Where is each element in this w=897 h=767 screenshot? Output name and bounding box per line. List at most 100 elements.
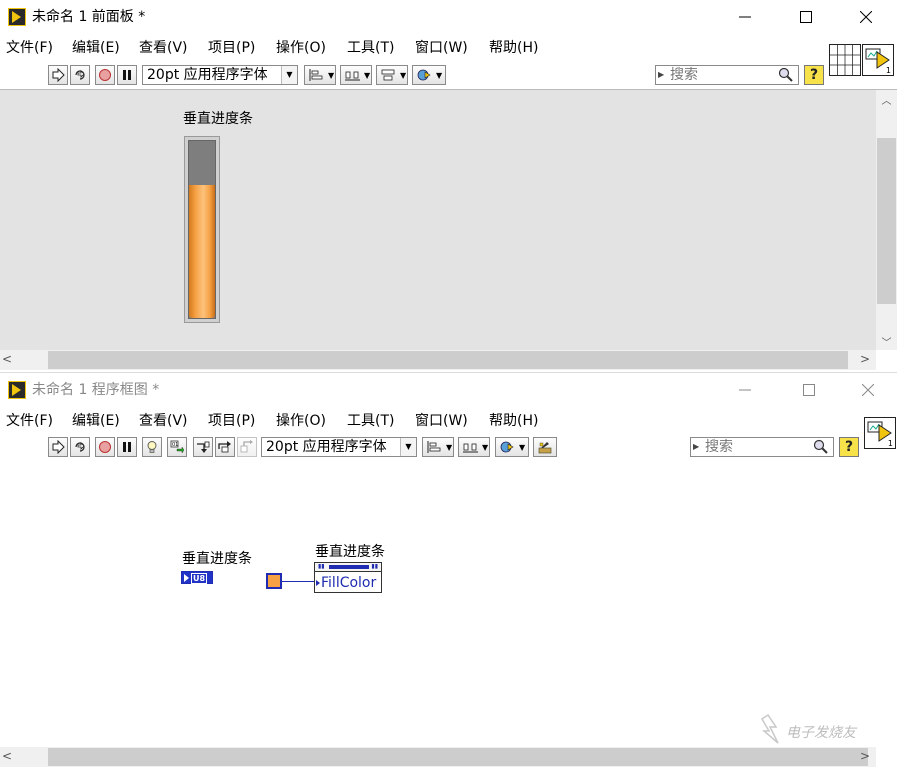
progress-bar-track (188, 140, 216, 319)
vertical-scrollbar[interactable]: ︿ ﹀ (876, 90, 897, 350)
color-box-constant[interactable] (266, 573, 282, 589)
labview-app-icon (8, 381, 26, 399)
step-out-icon (240, 440, 253, 453)
front-panel-canvas[interactable]: 垂直进度条 (0, 90, 876, 350)
close-button[interactable] (845, 373, 891, 407)
pause-button[interactable] (117, 65, 137, 85)
distribute-objects-dropdown[interactable]: ▼ (340, 65, 372, 85)
run-button[interactable] (48, 437, 68, 457)
chevron-down-icon: ▼ (436, 70, 443, 80)
window-title: 未命名 1 前面板 * (32, 9, 146, 25)
step-into-button[interactable] (193, 437, 213, 457)
search-icon[interactable] (813, 439, 829, 455)
pause-button[interactable] (117, 437, 137, 457)
scroll-up-arrow-icon[interactable]: ︿ (876, 92, 897, 107)
menu-operate[interactable]: 操作(O) (276, 40, 326, 56)
title-bar: 未命名 1 程序框图 * (0, 373, 897, 407)
menu-view[interactable]: 查看(V) (139, 413, 188, 429)
font-select[interactable]: 20pt 应用程序字体 ▼ (142, 65, 298, 85)
highlight-execution-button[interactable] (142, 437, 162, 457)
horizontal-scroll-thumb[interactable] (48, 748, 868, 766)
labview-app-icon (8, 8, 26, 26)
menu-project[interactable]: 项目(P) (208, 40, 255, 56)
search-input[interactable]: ▶ 搜索 (655, 65, 799, 85)
horizontal-scrollbar[interactable]: < > (0, 747, 876, 767)
chevron-down-icon: ▼ (400, 70, 407, 80)
scroll-left-arrow-icon[interactable]: < (2, 352, 12, 366)
menu-bar: 文件(F) 编辑(E) 查看(V) 项目(P) 操作(O) 工具(T) 窗口(W… (0, 34, 897, 62)
block-diagram-canvas[interactable] (0, 460, 897, 747)
chevron-down-icon: ▼ (364, 70, 371, 80)
horizontal-scrollbar[interactable]: < > (0, 350, 876, 370)
pause-icon (123, 442, 131, 452)
resize-icon (381, 69, 395, 81)
abort-button[interactable] (95, 437, 115, 457)
property-input-arrow-icon (316, 580, 320, 586)
run-continuously-button[interactable] (70, 437, 90, 457)
search-input[interactable]: ▶ 搜索 (690, 437, 834, 457)
chevron-down-icon: ▼ (400, 438, 416, 456)
run-continuously-icon (75, 442, 85, 452)
search-icon[interactable] (778, 67, 794, 83)
scroll-right-arrow-icon[interactable]: > (860, 352, 870, 366)
context-help-button[interactable]: ? (839, 437, 859, 457)
reorder-dropdown[interactable]: ▼ (412, 65, 446, 85)
watermark-logo-icon (760, 713, 779, 744)
search-placeholder: 搜索 (705, 439, 733, 455)
toolbar: 20pt 应用程序字体 ▼ ▼ ▼ ▼ ▼ ▶ 搜索 ? (0, 62, 897, 90)
align-icon (427, 441, 441, 453)
property-node[interactable]: ▮▮ ▮▮ FillColor (314, 562, 382, 593)
menu-project[interactable]: 项目(P) (208, 413, 255, 429)
property-fillcolor[interactable]: FillColor (315, 573, 381, 593)
align-objects-dropdown[interactable]: ▼ (422, 437, 454, 457)
reorder-dropdown[interactable]: ▼ (495, 437, 529, 457)
retain-wire-values-button[interactable]: 01 (167, 437, 187, 457)
maximize-button[interactable] (786, 373, 832, 407)
align-objects-dropdown[interactable]: ▼ (304, 65, 336, 85)
step-over-button[interactable] (215, 437, 235, 457)
scroll-down-arrow-icon[interactable]: ﹀ (876, 334, 897, 349)
menu-file[interactable]: 文件(F) (6, 40, 53, 56)
maximize-icon (803, 384, 815, 396)
menu-operate[interactable]: 操作(O) (276, 413, 326, 429)
menu-view[interactable]: 查看(V) (139, 40, 188, 56)
menu-file[interactable]: 文件(F) (6, 413, 53, 429)
minimize-icon (739, 389, 751, 391)
progress-bar-terminal[interactable]: U8 (181, 571, 213, 584)
abort-button[interactable] (95, 65, 115, 85)
vi-icon[interactable]: 1 (862, 44, 894, 76)
connector-pane-icon[interactable] (829, 44, 861, 76)
menu-edit[interactable]: 编辑(E) (72, 413, 120, 429)
vi-icon[interactable]: 1 (864, 417, 896, 449)
menu-window[interactable]: 窗口(W) (415, 40, 468, 56)
menu-tools[interactable]: 工具(T) (347, 40, 394, 56)
horizontal-scroll-thumb[interactable] (48, 351, 848, 369)
step-out-button[interactable] (237, 437, 257, 457)
menu-edit[interactable]: 编辑(E) (72, 40, 120, 56)
retain-values-icon: 01 (170, 440, 184, 454)
vertical-progress-bar[interactable] (184, 136, 220, 323)
stop-icon (99, 441, 111, 453)
search-options-arrow-icon: ▶ (693, 442, 700, 451)
distribute-icon (345, 71, 360, 81)
font-select[interactable]: 20pt 应用程序字体 ▼ (261, 437, 417, 457)
clean-up-diagram-button[interactable] (533, 437, 557, 457)
resize-objects-dropdown[interactable]: ▼ (376, 65, 408, 85)
menu-tools[interactable]: 工具(T) (347, 413, 394, 429)
menu-help[interactable]: 帮助(H) (489, 40, 538, 56)
run-button[interactable] (48, 65, 68, 85)
context-help-button[interactable]: ? (804, 65, 824, 85)
scroll-left-arrow-icon[interactable]: < (2, 749, 12, 763)
menu-help[interactable]: 帮助(H) (489, 413, 538, 429)
svg-text:01: 01 (172, 442, 178, 448)
menu-window[interactable]: 窗口(W) (415, 413, 468, 429)
vertical-scroll-thumb[interactable] (877, 138, 896, 304)
minimize-button[interactable] (722, 373, 768, 407)
distribute-objects-dropdown[interactable]: ▼ (458, 437, 490, 457)
minimize-button[interactable] (722, 0, 768, 34)
progress-bar-reference-icon (329, 565, 369, 569)
color-wire[interactable] (282, 581, 315, 582)
run-continuously-button[interactable] (70, 65, 90, 85)
close-button[interactable] (843, 0, 889, 34)
maximize-button[interactable] (783, 0, 829, 34)
